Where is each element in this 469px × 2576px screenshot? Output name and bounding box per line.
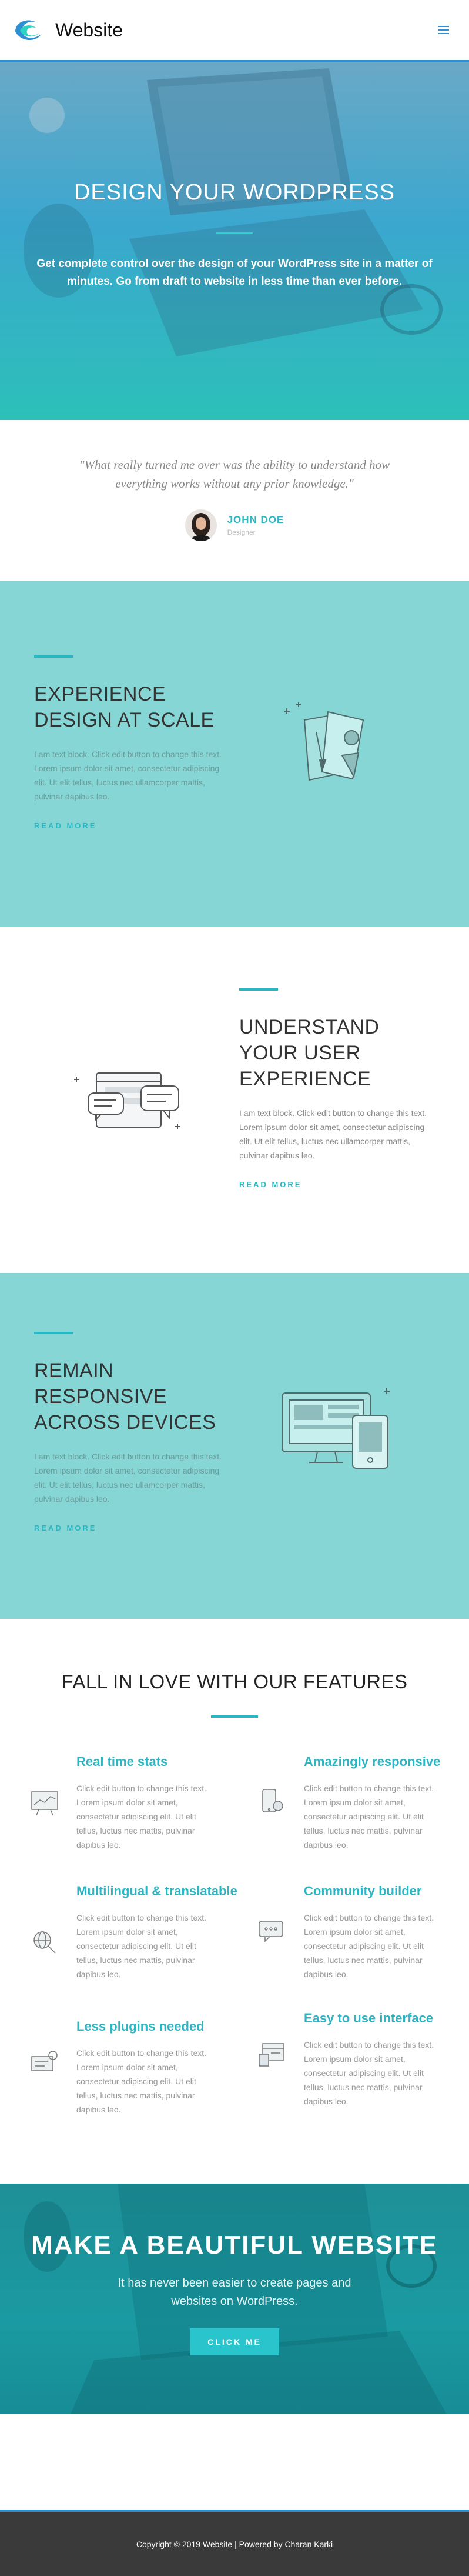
feature-item: Multilingual & translatable Click edit b… [34,1882,270,1981]
feature-description: Click edit button to change this text. L… [304,2040,434,2106]
features-grid: Real time stats Click edit button to cha… [0,1753,469,2165]
feature-item: Less plugins needed Click edit button to… [31,2018,270,2117]
chat-window-icon [73,1062,192,1142]
footer-copyright: Copyright © 2019 Website | Powered by Ch… [136,2539,333,2549]
feature-item: Easy to use interface Click edit button … [259,2010,469,2108]
feature-description: Click edit button to change this text. L… [76,2048,207,2114]
feature-block-design: EXPERIENCE DESIGN AT SCALE I am text blo… [0,581,469,927]
stats-board-icon [27,1784,62,1819]
cta-title: MAKE A BEAUTIFUL WEBSITE [31,2231,438,2260]
testimonial-author: JOHN DOE Designer [0,509,469,541]
feature-item: Real time stats Click edit button to cha… [31,1753,270,1852]
community-chat-icon [254,1913,290,1948]
cta-subtitle: It has never been easier to create pages… [118,2277,351,2308]
hero-divider [216,232,253,234]
wave-logo-icon [11,14,47,46]
feature-title: Community builder [304,1884,422,1898]
feature-title: Less plugins needed [76,2019,205,2034]
spacer [0,2414,469,2510]
cta-section: MAKE A BEAUTIFUL WEBSITE It has never be… [0,2184,469,2414]
feature-item: Community builder Click edit button to c… [259,1882,469,1981]
hamburger-icon[interactable] [438,26,449,34]
hero-title: DESIGN YOUR WORDPRESS [73,180,396,205]
author-role: Designer [227,528,256,536]
feature-block-responsive: REMAIN RESPONSIVE ACROSS DEVICES I am te… [0,1273,469,1619]
read-more-link[interactable]: READ MORE [34,1524,96,1532]
globe-search-icon [27,1924,62,1959]
block-title: EXPERIENCE DESIGN AT SCALE [34,683,215,731]
feature-title: Amazingly responsive [304,1754,441,1769]
block-accent [34,1332,73,1334]
block-description: I am text block. Click edit button to ch… [34,749,222,801]
testimonial-quote: "What really turned me over was the abil… [79,458,390,491]
brand[interactable]: Website [11,14,123,46]
hero-section: DESIGN YOUR WORDPRESS Get complete contr… [0,62,469,420]
block-accent [239,988,278,991]
feature-description: Click edit button to change this text. L… [304,1784,434,1849]
responsive-phone-icon [254,1784,290,1819]
site-title: Website [55,19,123,41]
interface-layout-icon [254,2037,290,2072]
feature-title: Real time stats [76,1754,168,1769]
feature-title: Easy to use interface [304,2011,434,2025]
block-accent [34,655,73,658]
hero-subtitle: Get complete control over the design of … [36,258,433,288]
testimonial-section: "What really turned me over was the abil… [0,420,469,581]
block-description: I am text block. Click edit button to ch… [34,1452,222,1504]
plugin-settings-icon [27,2045,62,2080]
block-title: REMAIN RESPONSIVE ACROSS DEVICES [34,1359,216,1434]
site-header: Website [0,0,469,62]
author-name: JOHN DOE [227,514,284,525]
read-more-link[interactable]: READ MORE [239,1180,302,1189]
feature-item: Amazingly responsive Click edit button t… [262,1753,469,1852]
avatar [185,509,217,541]
read-more-link[interactable]: READ MORE [34,821,96,830]
block-description: I am text block. Click edit button to ch… [239,1108,427,1160]
features-title: FALL IN LOVE WITH OUR FEATURES [61,1671,408,1692]
click-me-button[interactable]: CLICK ME [190,2328,279,2355]
site-footer: Copyright © 2019 Website | Powered by Ch… [0,2510,469,2576]
feature-description: Click edit button to change this text. L… [76,1913,207,1979]
block-title: UNDERSTAND YOUR USER EXPERIENCE [239,1016,380,1090]
feature-title: Multilingual & translatable [76,1884,237,1898]
features-section: FALL IN LOVE WITH OUR FEATURES Real time… [0,1619,469,2184]
design-paper-brush-icon [281,697,369,794]
feature-description: Click edit button to change this text. L… [76,1784,207,1849]
feature-description: Click edit button to change this text. L… [304,1913,434,1979]
devices-icon [276,1384,400,1475]
features-divider [211,1715,258,1718]
feature-block-ux: UNDERSTAND YOUR USER EXPERIENCE I am tex… [0,927,469,1273]
